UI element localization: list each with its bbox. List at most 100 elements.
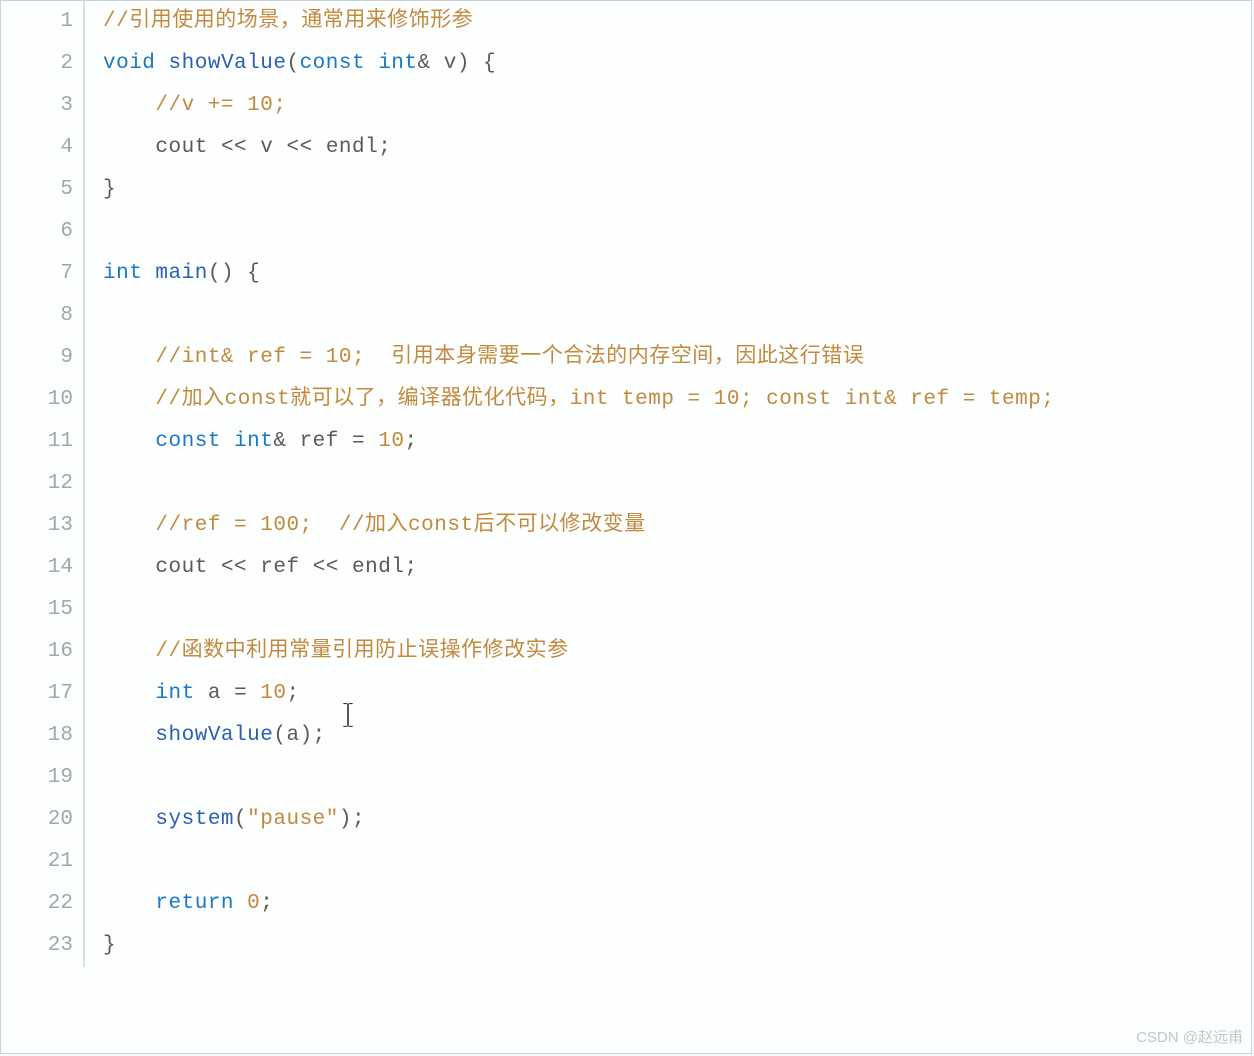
token-punct: << xyxy=(221,136,247,159)
token-comment: //引用使用的场景，通常用来修饰形参 xyxy=(103,10,473,33)
token-punct: & xyxy=(273,430,286,453)
token-plain xyxy=(103,682,155,705)
code-content: } xyxy=(85,169,116,211)
token-plain xyxy=(300,556,313,579)
code-content: //加入const就可以了，编译器优化代码，int temp = 10; con… xyxy=(85,379,1054,421)
code-content: cout << v << endl; xyxy=(85,127,391,169)
token-func: showValue xyxy=(169,52,287,75)
line-number: 21 xyxy=(1,841,85,883)
line-number: 1 xyxy=(1,1,85,43)
line-number: 10 xyxy=(1,379,85,421)
token-plain xyxy=(339,430,352,453)
line-number: 8 xyxy=(1,295,85,337)
token-punct: ; xyxy=(260,892,273,915)
token-plain xyxy=(313,136,326,159)
code-content: void showValue(const int& v) { xyxy=(85,43,496,85)
code-line: 1 //引用使用的场景，通常用来修饰形参 xyxy=(1,1,1251,43)
token-plain xyxy=(365,52,378,75)
token-punct: << xyxy=(221,556,247,579)
token-ident: endl xyxy=(326,136,378,159)
token-plain xyxy=(221,682,234,705)
line-number: 4 xyxy=(1,127,85,169)
token-plain xyxy=(103,892,155,915)
token-func: showValue xyxy=(155,724,273,747)
line-number: 5 xyxy=(1,169,85,211)
token-plain xyxy=(431,52,444,75)
line-number: 22 xyxy=(1,883,85,925)
code-line: 4 cout << v << endl; xyxy=(1,127,1251,169)
token-ident: cout xyxy=(155,556,207,579)
token-func: system xyxy=(155,808,234,831)
line-number: 13 xyxy=(1,505,85,547)
token-type: int xyxy=(378,52,417,75)
token-punct: } xyxy=(103,934,116,957)
code-line: 13 //ref = 100; //加入const后不可以修改变量 xyxy=(1,505,1251,547)
code-editor: 1 //引用使用的场景，通常用来修饰形参 2void showValue(const… xyxy=(0,0,1252,1054)
token-punct: ); xyxy=(339,808,365,831)
code-line: 6 xyxy=(1,211,1251,253)
token-ident: a xyxy=(208,682,221,705)
code-lines-container: 1 //引用使用的场景，通常用来修饰形参 2void showValue(const… xyxy=(1,1,1251,967)
code-content: system("pause"); xyxy=(85,799,365,841)
watermark: CSDN @赵远甫 xyxy=(1136,1026,1243,1047)
token-comment: //ref = 100; //加入const后不可以修改变量 xyxy=(155,514,645,537)
token-plain xyxy=(247,556,260,579)
code-line: 2void showValue(const int& v) { xyxy=(1,43,1251,85)
token-number: 0 xyxy=(247,892,260,915)
token-keyword: return xyxy=(155,892,234,915)
token-ident: v xyxy=(444,52,457,75)
token-ident: endl xyxy=(352,556,404,579)
token-plain xyxy=(103,640,155,663)
code-line: 21 xyxy=(1,841,1251,883)
token-ident: ref xyxy=(300,430,339,453)
token-plain xyxy=(365,430,378,453)
token-punct: ) { xyxy=(457,52,496,75)
token-plain xyxy=(273,136,286,159)
token-plain xyxy=(103,430,155,453)
line-number: 2 xyxy=(1,43,85,85)
code-content: return 0; xyxy=(85,883,273,925)
token-punct: } xyxy=(103,178,116,201)
token-punct: ( xyxy=(286,52,299,75)
code-line: 12 xyxy=(1,463,1251,505)
token-type: int xyxy=(103,262,142,285)
token-plain xyxy=(155,52,168,75)
code-content: showValue(a); xyxy=(85,715,326,757)
line-number: 20 xyxy=(1,799,85,841)
token-type: int xyxy=(155,682,194,705)
token-plain xyxy=(208,136,221,159)
code-content: //函数中利用常量引用防止误操作修改实参 xyxy=(85,631,569,673)
token-punct: ( xyxy=(234,808,247,831)
token-number: 10 xyxy=(378,430,404,453)
token-plain xyxy=(103,388,155,411)
code-content: //v += 10; xyxy=(85,85,286,127)
line-number: 6 xyxy=(1,211,85,253)
token-type: int xyxy=(234,430,273,453)
token-func: main xyxy=(155,262,207,285)
code-content: //int& ref = 10; 引用本身需要一个合法的内存空间，因此这行错误 xyxy=(85,337,864,379)
token-plain xyxy=(103,808,155,831)
line-number: 3 xyxy=(1,85,85,127)
code-content: //引用使用的场景，通常用来修饰形参 xyxy=(85,1,473,43)
code-line: 23} xyxy=(1,925,1251,967)
token-plain xyxy=(142,262,155,285)
token-comment: //int& ref = 10; 引用本身需要一个合法的内存空间，因此这行错误 xyxy=(155,346,864,369)
line-number: 16 xyxy=(1,631,85,673)
token-punct: << xyxy=(313,556,339,579)
token-string: "pause" xyxy=(247,808,339,831)
code-content: const int& ref = 10; xyxy=(85,421,418,463)
token-punct: ); xyxy=(300,724,326,747)
token-punct: & xyxy=(418,52,431,75)
token-ident: ref xyxy=(260,556,299,579)
token-plain xyxy=(195,682,208,705)
token-comment: //函数中利用常量引用防止误操作修改实参 xyxy=(155,640,568,663)
token-plain xyxy=(103,514,155,537)
line-number: 11 xyxy=(1,421,85,463)
token-comment: //v += 10; xyxy=(155,94,286,117)
code-line: 18 showValue(a); xyxy=(1,715,1251,757)
code-content: } xyxy=(85,925,116,967)
token-punct: << xyxy=(287,136,313,159)
token-plain xyxy=(247,136,260,159)
token-plain xyxy=(103,94,155,117)
line-number: 14 xyxy=(1,547,85,589)
